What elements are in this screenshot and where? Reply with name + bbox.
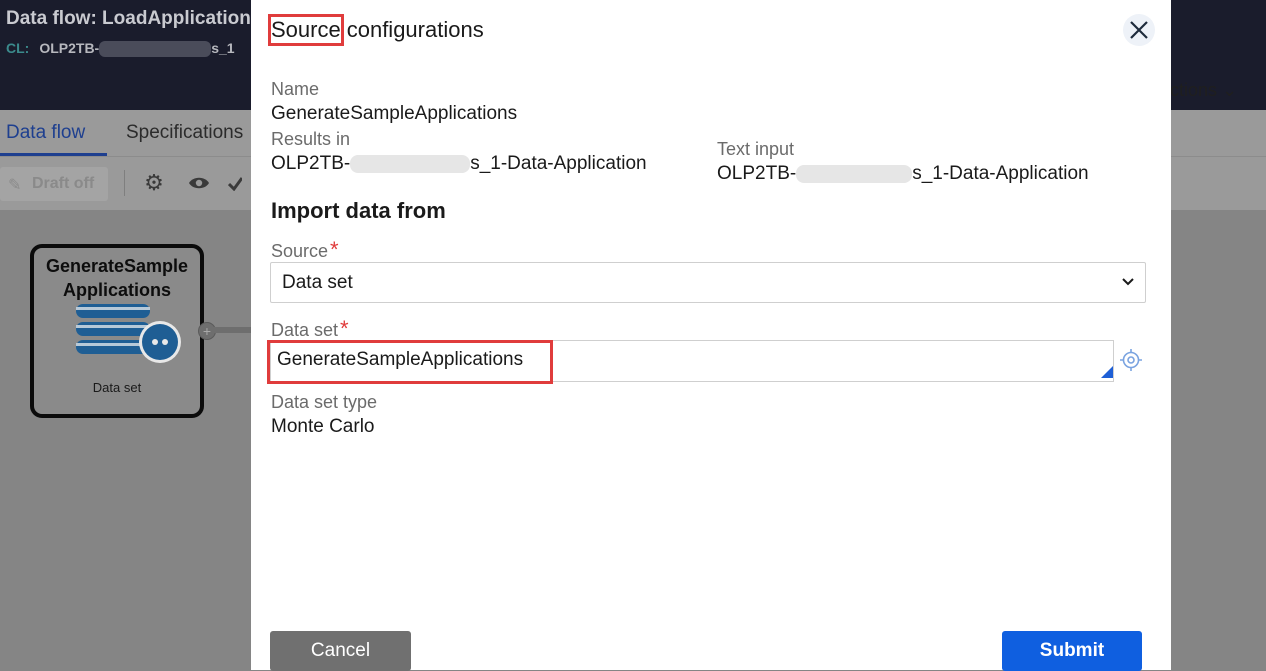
text-input-prefix: OLP2TB- xyxy=(717,163,797,184)
pencil-icon: ✎ xyxy=(8,177,22,194)
node-title: GenerateSample Applications xyxy=(45,256,189,300)
source-select-value: Data set xyxy=(282,272,353,293)
crosshair-icon[interactable] xyxy=(1119,348,1143,372)
required-marker: * xyxy=(330,237,339,262)
dataset-label-text: Data set xyxy=(271,320,339,340)
chevron-down-icon xyxy=(1122,278,1134,286)
source-label: Source* xyxy=(271,237,339,263)
redacted-block xyxy=(99,41,212,58)
node-connection-line xyxy=(214,327,254,333)
redacted-block xyxy=(796,164,913,183)
text-input-suffix: s_1-Data-Application xyxy=(912,163,1089,184)
autocomplete-indicator-icon xyxy=(1101,366,1113,378)
results-in-label: Results in xyxy=(271,129,351,149)
actions-menu[interactable]: ctions ⌄ xyxy=(1170,80,1237,101)
actions-label: ctions xyxy=(1170,80,1218,100)
flow-node-source[interactable]: GenerateSample Applications Data set xyxy=(30,244,204,418)
source-label-text: Source xyxy=(271,241,329,261)
source-configurations-dialog: Source configurations Name GenerateSample… xyxy=(251,0,1171,671)
cl-value-prefix: OLP2TB- xyxy=(39,40,100,56)
results-prefix: OLP2TB- xyxy=(271,153,351,174)
class-label: CL: OLP2TB-s_1 xyxy=(6,40,235,58)
import-data-heading: Import data from xyxy=(271,198,446,223)
results-in-value: OLP2TB-s_1-Data-Application xyxy=(271,153,647,175)
cl-label: CL: xyxy=(6,40,30,56)
name-value: GenerateSampleApplications xyxy=(271,103,518,124)
dataset-icon xyxy=(76,304,181,363)
name-label: Name xyxy=(271,79,320,99)
submit-button[interactable]: Submit xyxy=(1002,631,1142,671)
required-marker: * xyxy=(340,316,349,341)
page-title: Data flow: LoadApplication xyxy=(6,8,251,29)
check-icon[interactable] xyxy=(228,168,250,198)
toolbar-divider xyxy=(124,170,125,196)
tab-data-flow[interactable]: Data flow xyxy=(6,122,85,144)
dialog-title-highlighted: Source xyxy=(268,14,344,46)
source-select[interactable]: Data set xyxy=(270,262,1146,303)
text-input-value: OLP2TB-s_1-Data-Application xyxy=(717,163,1089,185)
close-button[interactable] xyxy=(1123,14,1155,46)
dialog-title: Source configurations xyxy=(268,14,484,46)
node-subtitle: Data set xyxy=(92,380,142,395)
text-input-label: Text input xyxy=(717,139,795,159)
dataset-type-value: Monte Carlo xyxy=(271,416,375,437)
chevron-down-icon: ⌄ xyxy=(1222,80,1238,100)
results-suffix: s_1-Data-Application xyxy=(470,153,647,174)
eye-icon[interactable] xyxy=(184,168,214,198)
cl-value-suffix: s_1 xyxy=(211,40,235,56)
dataset-input-value: GenerateSampleApplications xyxy=(277,349,524,370)
redacted-block xyxy=(350,154,471,173)
dataset-type-label: Data set type xyxy=(271,392,378,412)
dataset-label: Data set* xyxy=(271,316,349,342)
close-icon xyxy=(1130,21,1148,39)
dialog-title-rest: configurations xyxy=(346,17,484,42)
gear-icon[interactable]: ⚙ xyxy=(139,168,169,198)
cl-value: OLP2TB-s_1 xyxy=(39,40,235,58)
tab-specifications[interactable]: Specifications xyxy=(126,122,243,144)
cancel-button[interactable]: Cancel xyxy=(270,631,411,671)
